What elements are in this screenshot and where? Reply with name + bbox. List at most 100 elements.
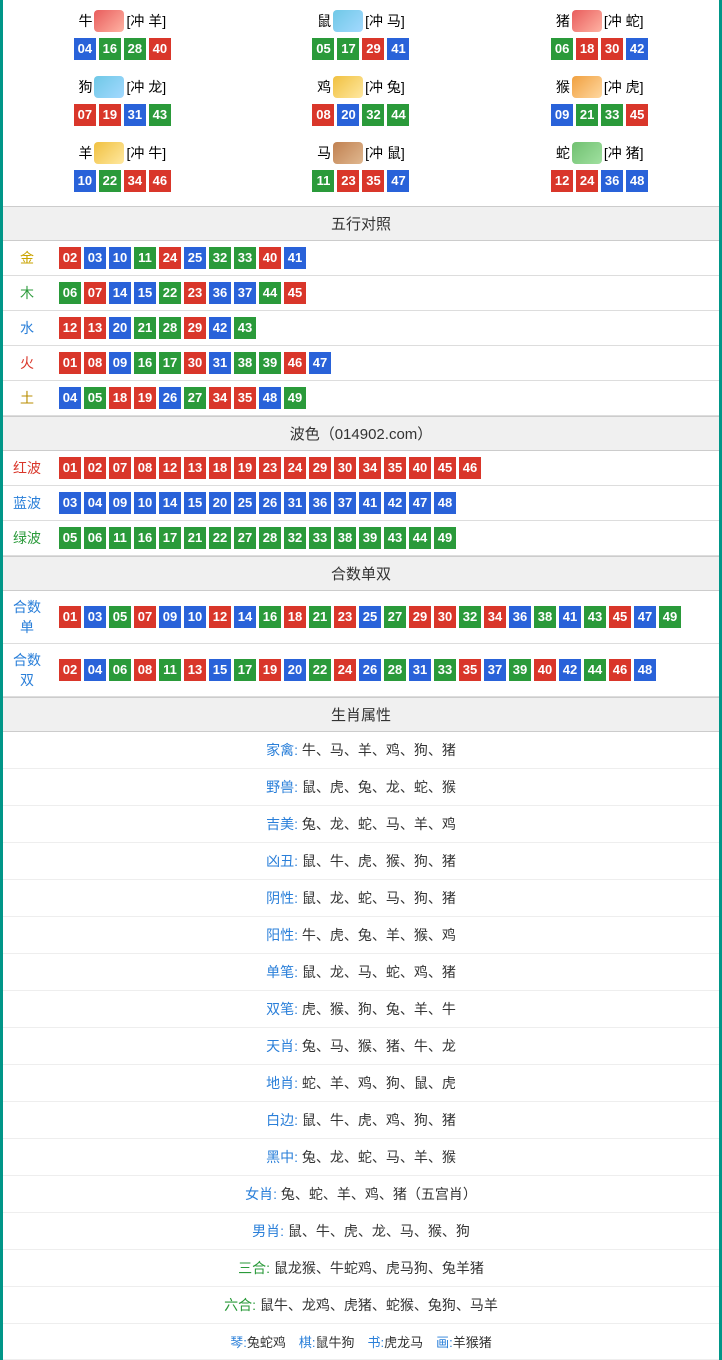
number-ball: 35 [459,659,481,681]
number-ball: 49 [659,606,681,628]
number-ball: 21 [309,606,331,628]
number-ball: 06 [59,282,81,304]
attr-key: 黑中: [266,1149,298,1165]
number-ball: 41 [284,247,306,269]
number-ball: 04 [59,387,81,409]
row-nums: 06071415222336374445 [51,276,719,311]
number-ball: 29 [409,606,431,628]
number-ball: 18 [576,38,598,60]
attr-key: 天肖: [266,1038,298,1054]
number-ball: 06 [84,527,106,549]
number-ball: 49 [284,387,306,409]
wuxing-table: 金02031011242532334041木060714152223363744… [3,241,719,416]
attr-row: 地肖: 蛇、羊、鸡、狗、鼠、虎 [3,1065,719,1102]
number-ball: 21 [576,104,598,126]
attr-value: 牛、虎、兔、羊、猴、鸡 [298,927,456,943]
table-row: 红波0102070812131819232429303435404546 [3,451,719,486]
zodiac-animal-icon [333,142,363,164]
zodiac-cell: 猪[冲 蛇]06183042 [480,4,719,70]
number-ball: 46 [459,457,481,479]
attr-row: 六合: 鼠牛、龙鸡、虎猪、蛇猴、兔狗、马羊 [3,1287,719,1324]
number-ball: 23 [184,282,206,304]
attr-row: 野兽: 鼠、虎、兔、龙、蛇、猴 [3,769,719,806]
number-ball: 34 [359,457,381,479]
number-ball: 31 [209,352,231,374]
row-nums: 0103050709101214161821232527293032343638… [51,591,719,644]
number-ball: 08 [134,659,156,681]
zodiac-name: 羊 [78,143,92,163]
number-ball: 22 [159,282,181,304]
row-nums: 05061116172122272832333839434449 [51,521,719,556]
number-ball: 40 [149,38,171,60]
zodiac-clash: [冲 马] [365,11,405,31]
number-ball: 01 [59,457,81,479]
attr-row: 家禽: 牛、马、羊、鸡、狗、猪 [3,732,719,769]
number-ball: 48 [259,387,281,409]
zodiac-name: 蛇 [556,143,570,163]
number-ball: 35 [234,387,256,409]
number-ball: 20 [284,659,306,681]
footer-key: 书: [368,1335,385,1350]
number-ball: 45 [609,606,631,628]
number-ball: 22 [99,170,121,192]
number-ball: 11 [134,247,156,269]
row-nums: 0108091617303138394647 [51,346,719,381]
attr-key: 野兽: [266,779,298,795]
number-ball: 43 [584,606,606,628]
number-ball: 40 [534,659,556,681]
footer-key: 棋: [299,1335,316,1350]
number-ball: 17 [159,352,181,374]
number-ball: 26 [259,492,281,514]
footer-row: 琴:兔蛇鸡 棋:鼠牛狗 书:虎龙马 画:羊猴猪 [3,1324,719,1360]
number-ball: 23 [334,606,356,628]
number-ball: 07 [74,104,96,126]
number-ball: 47 [634,606,656,628]
number-ball: 26 [359,659,381,681]
attr-list: 家禽: 牛、马、羊、鸡、狗、猪野兽: 鼠、虎、兔、龙、蛇、猴吉美: 兔、龙、蛇、… [3,732,719,1324]
number-ball: 43 [384,527,406,549]
number-ball: 32 [362,104,384,126]
zodiac-animal-icon [572,142,602,164]
zodiac-clash: [冲 蛇] [604,11,644,31]
number-ball: 42 [559,659,581,681]
zodiac-cell: 狗[冲 龙]07193143 [3,70,242,136]
number-ball: 16 [134,352,156,374]
number-ball: 20 [209,492,231,514]
row-nums: 04051819262734354849 [51,381,719,416]
zodiac-nums: 10223446 [3,170,242,192]
number-ball: 11 [312,170,334,192]
attr-row: 双笔: 虎、猴、狗、兔、羊、牛 [3,991,719,1028]
wuxing-header: 五行对照 [3,206,719,241]
table-row: 绿波05061116172122272832333839434449 [3,521,719,556]
number-ball: 46 [284,352,306,374]
zodiac-cell: 猴[冲 虎]09213345 [480,70,719,136]
number-ball: 23 [337,170,359,192]
number-ball: 39 [259,352,281,374]
footer-value: 鼠牛狗 [315,1335,354,1350]
number-ball: 22 [309,659,331,681]
number-ball: 06 [109,659,131,681]
attr-row: 女肖: 兔、蛇、羊、鸡、猪（五宫肖） [3,1176,719,1213]
number-ball: 24 [159,247,181,269]
number-ball: 24 [576,170,598,192]
zodiac-nums: 09213345 [480,104,719,126]
bose-header: 波色（014902.com） [3,416,719,451]
table-row: 合数双0204060811131517192022242628313335373… [3,644,719,697]
number-ball: 28 [159,317,181,339]
number-ball: 07 [134,606,156,628]
number-ball: 02 [59,247,81,269]
number-ball: 30 [334,457,356,479]
zodiac-name: 猴 [556,77,570,97]
number-ball: 25 [184,247,206,269]
attr-value: 鼠、牛、虎、龙、马、猴、狗 [284,1223,470,1239]
attr-row: 阴性: 鼠、龙、蛇、马、狗、猪 [3,880,719,917]
attr-key: 女肖: [245,1186,277,1202]
zodiac-animal-icon [572,76,602,98]
number-ball: 08 [134,457,156,479]
zodiac-nums: 06183042 [480,38,719,60]
number-ball: 47 [309,352,331,374]
row-nums: 0102070812131819232429303435404546 [51,451,719,486]
number-ball: 37 [234,282,256,304]
attr-key: 男肖: [252,1223,284,1239]
number-ball: 27 [234,527,256,549]
